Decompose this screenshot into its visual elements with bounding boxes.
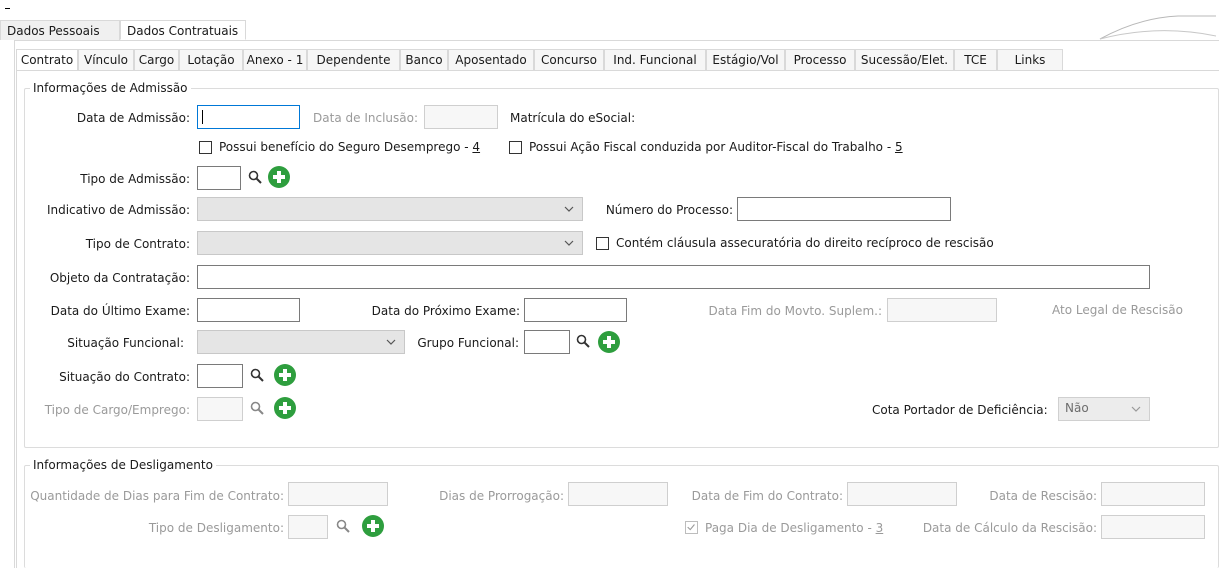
acao-fiscal-checkbox[interactable] [509, 141, 522, 154]
decorative-curve [1099, 15, 1217, 40]
tab-dados-contratuais[interactable]: Dados Contratuais [120, 20, 246, 40]
situacao-contrato-add-icon[interactable] [274, 364, 296, 386]
acao-fiscal-label: Possui Ação Fiscal conduzida por Auditor… [529, 140, 903, 154]
clausula-label: Contém cláusula assecuratória do direito… [616, 236, 994, 250]
grupo-funcional-input[interactable] [524, 330, 570, 354]
data-calculo-rescisao-input [1101, 515, 1205, 539]
objeto-contratacao-input[interactable] [197, 265, 1150, 289]
tab-links[interactable]: Links [997, 49, 1063, 70]
tipo-cargo-input [197, 397, 243, 421]
data-fim-contrato-label: Data de Fim do Contrato: [691, 489, 843, 503]
cota-deficiencia-value: Não [1065, 401, 1089, 415]
chevron-down-icon [564, 206, 574, 212]
data-rescisao-label: Data de Rescisão: [989, 489, 1097, 503]
desligamento-group-title: Informações de Desligamento [30, 458, 216, 472]
data-admissao-label: Data de Admissão: [76, 111, 190, 125]
situacao-contrato-input[interactable] [197, 364, 243, 388]
seguro-desemprego-shortcut: 4 [472, 140, 481, 154]
dias-prorrogacao-input [568, 482, 668, 506]
data-calculo-rescisao-label: Data de Cálculo da Rescisão: [922, 521, 1097, 535]
tab-processo[interactable]: Processo [785, 49, 855, 70]
tipo-admissao-add-icon[interactable] [268, 166, 290, 188]
tipo-desligamento-add-icon [362, 515, 384, 537]
tab-cargo[interactable]: Cargo [134, 49, 179, 70]
grupo-funcional-search-icon[interactable] [576, 334, 590, 348]
acao-fiscal-shortcut: 5 [894, 140, 903, 154]
tipo-cargo-search-icon [250, 401, 264, 415]
tipo-desligamento-input [288, 515, 328, 539]
ato-legal-rescisao-label: Ato Legal de Rescisão [1052, 303, 1183, 317]
qtd-dias-input [288, 482, 388, 506]
ultimo-exame-input[interactable] [197, 298, 300, 322]
tipo-admissao-search-icon[interactable] [248, 170, 262, 184]
numero-processo-input[interactable] [737, 197, 951, 221]
situacao-funcional-label: Situação Funcional: [67, 336, 184, 350]
cota-deficiencia-label: Cota Portador de Deficiência: [872, 403, 1048, 417]
tab-ind-funcional[interactable]: Ind. Funcional [604, 49, 706, 70]
desligamento-group [24, 465, 1219, 568]
qtd-dias-label: Quantidade de Dias para Fim de Contrato: [30, 489, 284, 503]
checkmark-icon [687, 524, 695, 531]
proximo-exame-input[interactable] [524, 298, 627, 322]
tipo-admissao-label: Tipo de Admissão: [80, 172, 190, 186]
situacao-funcional-select[interactable] [197, 330, 405, 354]
tab-estagio-vol[interactable]: Estágio/Vol [706, 49, 785, 70]
data-inclusao-input [424, 105, 498, 129]
tab-anexo[interactable]: Anexo - 1 [243, 49, 307, 70]
matricula-esocial-label: Matrícula do eSocial: [510, 111, 636, 125]
proximo-exame-label: Data do Próximo Exame: [371, 304, 520, 318]
fim-movto-input [887, 298, 997, 322]
data-inclusao-label: Data de Inclusão: [313, 111, 418, 125]
tipo-desligamento-search-icon [336, 519, 350, 533]
tipo-admissao-input[interactable] [197, 166, 241, 190]
tab-lotacao[interactable]: Lotação [179, 49, 243, 70]
tipo-cargo-label: Tipo de Cargo/Emprego: [44, 403, 190, 417]
situacao-contrato-search-icon[interactable] [250, 368, 264, 382]
grupo-funcional-add-icon[interactable] [598, 331, 620, 353]
window-marker [5, 8, 10, 9]
objeto-contratacao-label: Objeto da Contratação: [49, 271, 190, 285]
tipo-contrato-select[interactable] [197, 231, 583, 255]
tipo-cargo-add-icon [274, 397, 296, 419]
situacao-contrato-label: Situação do Contrato: [59, 370, 190, 384]
fim-movto-label: Data Fim do Movto. Suplem.: [708, 304, 882, 318]
paga-dia-label: Paga Dia de Desligamento - 3 [705, 521, 884, 535]
tab-aposentado[interactable]: Aposentado [448, 49, 534, 70]
data-admissao-input[interactable] [197, 105, 300, 129]
tab-tce[interactable]: TCE [954, 49, 997, 70]
tab-dependente[interactable]: Dependente [307, 49, 400, 70]
indicativo-admissao-select[interactable] [197, 197, 583, 221]
grupo-funcional-label: Grupo Funcional: [417, 336, 519, 350]
paga-dia-shortcut: 3 [875, 521, 884, 535]
tipo-contrato-label: Tipo de Contrato: [85, 237, 190, 251]
tab-vinculo[interactable]: Vínculo [78, 49, 134, 70]
chevron-down-icon [564, 240, 574, 246]
tipo-desligamento-label: Tipo de Desligamento: [148, 521, 284, 535]
seguro-desemprego-label: Possui benefício do Seguro Desemprego - … [219, 140, 481, 154]
paga-dia-checkbox [685, 521, 698, 534]
admissao-group-title: Informações de Admissão [30, 81, 191, 95]
indicativo-admissao-label: Indicativo de Admissão: [46, 203, 190, 217]
clausula-checkbox[interactable] [596, 237, 609, 250]
cota-deficiencia-select: Não [1058, 397, 1150, 421]
tab-dados-pessoais[interactable]: Dados Pessoais [0, 20, 120, 40]
tab-banco[interactable]: Banco [400, 49, 448, 70]
chevron-down-icon [1131, 406, 1141, 412]
chevron-down-icon [386, 339, 396, 345]
numero-processo-label: Número do Processo: [605, 203, 733, 217]
data-rescisao-input [1101, 482, 1205, 506]
data-fim-contrato-input [847, 482, 957, 506]
ultimo-exame-label: Data do Último Exame: [50, 304, 190, 318]
seguro-desemprego-checkbox[interactable] [199, 141, 212, 154]
tab-contrato[interactable]: Contrato [16, 49, 78, 70]
dias-prorrogacao-label: Dias de Prorrogação: [439, 489, 564, 503]
tab-sucessao-elet[interactable]: Sucessão/Elet. [855, 49, 954, 70]
tab-concurso[interactable]: Concurso [534, 49, 604, 70]
